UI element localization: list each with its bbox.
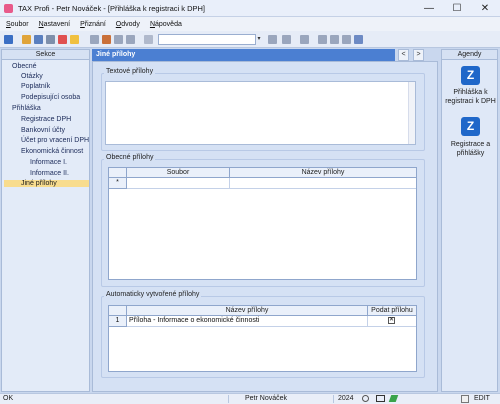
new-row-soubor-cell[interactable] [127, 178, 230, 189]
status-separator [333, 395, 334, 403]
table-row-nazev[interactable]: Příloha - Informace o ekonomické činnost… [127, 316, 368, 327]
column-header-nazev-prilohy[interactable]: Název přílohy [127, 306, 368, 316]
tax-form-icon[interactable]: Z [461, 66, 480, 85]
tree-item-registrace-dph[interactable]: Registrace DPH [21, 116, 71, 123]
open-icon[interactable] [22, 35, 31, 44]
mail-icon[interactable] [376, 395, 385, 402]
sekce-header: Sekce [1, 49, 90, 60]
paste-icon[interactable] [126, 35, 135, 44]
tree-item-podepisujici-osoba[interactable]: Podepisující osoba [21, 94, 80, 101]
list-icon[interactable] [330, 35, 339, 44]
status-mode: EDIT [474, 395, 490, 402]
save-icon[interactable] [34, 35, 43, 44]
status-bar: OK Petr Nováček 2024 EDIT [0, 393, 500, 404]
agenda-item-prihlaska-dph[interactable]: Přihláška k registraci k DPH [442, 88, 499, 106]
menu-odvody[interactable]: Odvody [116, 21, 140, 28]
new-row-nazev-cell[interactable] [230, 178, 416, 189]
menu-priznani[interactable]: Přiznání [80, 21, 106, 28]
menu-bar: Soubor Nastavení Přiznání Odvody Nápověd… [0, 17, 500, 31]
close-button[interactable]: ✕ [471, 0, 499, 17]
obecne-prilohy-grid[interactable]: Soubor Název přílohy * [108, 167, 417, 280]
textove-prilohy-label: Textové přílohy [104, 68, 156, 75]
tree-item-jine-prilohy[interactable]: Jiné přílohy [4, 180, 89, 187]
agendy-header: Agendy [441, 49, 498, 60]
tree-item-bankovni-ucty[interactable]: Bankovní účty [21, 127, 65, 134]
window-title: TAX Profi - Petr Nováček - [Přihláška k … [18, 3, 205, 13]
find-icon[interactable] [144, 35, 153, 44]
row-number: 1 [109, 316, 127, 327]
tree-item-poplatnik[interactable]: Poplatník [21, 83, 50, 90]
tax-form-icon[interactable]: Z [461, 117, 480, 136]
grid-corner [109, 168, 127, 178]
move-icon[interactable] [268, 35, 277, 44]
podat-prilohu-checkbox[interactable]: ✕ [388, 317, 395, 324]
column-header-podat-prilohu[interactable]: Podat přílohu [368, 306, 416, 316]
tree-item-prihlaska[interactable]: Přihláška [12, 105, 41, 112]
edit-icon[interactable] [102, 35, 111, 44]
textove-prilohy-textarea[interactable] [105, 81, 416, 145]
app-icon [4, 3, 13, 13]
sekce-tree: Obecné Otázky Poplatník Podepisující oso… [1, 60, 90, 392]
column-header-nazev-prilohy[interactable]: Název přílohy [230, 168, 416, 178]
grid-icon[interactable] [300, 35, 309, 44]
minimize-button[interactable]: — [415, 0, 443, 17]
menu-soubor[interactable]: Soubor [6, 21, 29, 28]
maximize-button[interactable]: ☐ [443, 0, 471, 17]
edit-mode-icon [461, 395, 469, 403]
new-row-marker: * [109, 178, 127, 189]
calc-icon[interactable] [318, 35, 327, 44]
tree-item-otazky[interactable]: Otázky [21, 73, 43, 80]
status-separator [228, 395, 229, 403]
automaticke-prilohy-label: Automaticky vytvořené přílohy [104, 291, 202, 298]
cut-icon[interactable] [90, 35, 99, 44]
column-header-soubor[interactable]: Soubor [127, 168, 230, 178]
table-icon[interactable] [342, 35, 351, 44]
tree-item-obecne[interactable]: Obecné [12, 63, 37, 70]
print-icon[interactable] [46, 35, 55, 44]
toolbar: ▾ [0, 31, 500, 48]
title-bar: TAX Profi - Petr Nováček - [Přihláška k … [0, 0, 500, 17]
status-user: Petr Nováček [245, 395, 288, 402]
help-icon[interactable] [354, 35, 363, 44]
grid-corner [109, 306, 127, 316]
nav-next-button[interactable]: > [413, 49, 424, 61]
at-icon [362, 395, 369, 402]
folder-icon[interactable] [282, 35, 291, 44]
status-year: 2024 [338, 395, 354, 402]
nav-prev-button[interactable]: < [398, 49, 409, 61]
chevron-down-icon[interactable]: ▾ [255, 34, 263, 45]
obecne-prilohy-label: Obecné přílohy [104, 154, 156, 161]
tree-item-informace-1[interactable]: Informace I. [30, 159, 67, 166]
menu-napoveda[interactable]: Nápověda [150, 21, 182, 28]
tree-item-ekonomicka-cinnost[interactable]: Ekonomická činnost [21, 148, 83, 155]
tree-item-informace-2[interactable]: Informace II. [30, 170, 69, 177]
panel-toggle-icon[interactable] [4, 35, 13, 44]
tree-item-ucet-pro-vraceni[interactable]: Účet pro vracení DPH [21, 137, 89, 144]
new-document-icon[interactable] [70, 35, 79, 44]
copy-icon[interactable] [114, 35, 123, 44]
menu-nastaveni[interactable]: Nastavení [39, 21, 71, 28]
export-icon[interactable] [58, 35, 67, 44]
agenda-item-registrace[interactable]: Registrace a přihlášky [442, 140, 499, 158]
textarea-scrollbar[interactable] [408, 82, 415, 144]
toolbar-combo[interactable] [158, 34, 256, 45]
table-row-podat-cell: ✕ [368, 316, 416, 327]
section-title: Jiné přílohy [92, 49, 395, 61]
status-text: OK [3, 395, 14, 402]
agendy-panel: Z Přihláška k registraci k DPH Z Registr… [441, 60, 498, 392]
automaticke-prilohy-grid[interactable]: Název přílohy Podat přílohu 1 Příloha - … [108, 305, 417, 372]
sign-icon[interactable] [388, 395, 399, 402]
